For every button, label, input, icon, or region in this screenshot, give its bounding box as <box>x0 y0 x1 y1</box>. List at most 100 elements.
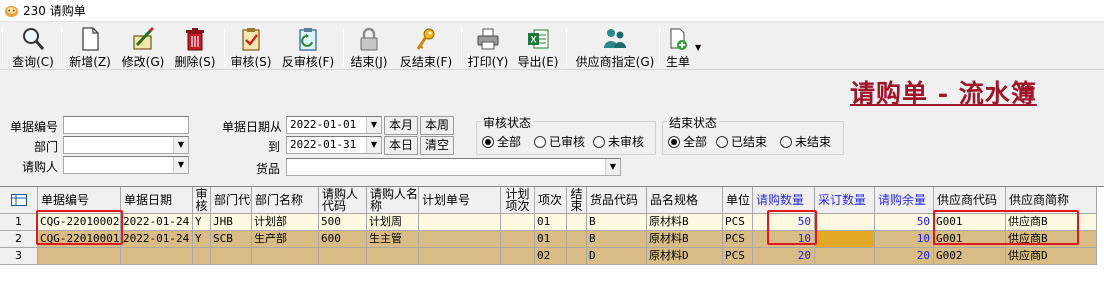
end-ended-radio[interactable]: 已结束 <box>716 133 767 150</box>
edit-button[interactable]: 修改(G) <box>119 23 167 70</box>
table-cell-item-no[interactable]: 01 <box>535 214 567 231</box>
table-cell-remain-qty[interactable]: 20 <box>875 248 934 265</box>
column-header-req-code[interactable]: 请购人代码 <box>319 187 367 214</box>
table-cell-ended[interactable] <box>567 231 587 248</box>
table-cell-audited[interactable]: Y <box>193 214 211 231</box>
excel-export-icon: X <box>528 29 549 49</box>
table-cell-item-no[interactable]: 01 <box>535 231 567 248</box>
doc-no-input[interactable] <box>63 116 189 134</box>
column-header-remain-qty[interactable]: 请购余量 <box>875 187 934 214</box>
table-cell-dept-code[interactable]: JHB <box>211 214 252 231</box>
table-cell-unit[interactable]: PCS <box>723 248 753 265</box>
row-number[interactable]: 1 <box>0 214 38 231</box>
table-cell-dept-code[interactable]: SCB <box>211 231 252 248</box>
table-cell-plan-no[interactable] <box>419 214 501 231</box>
export-button[interactable]: X 导出(E) <box>516 23 560 70</box>
this-week-button[interactable]: 本周 <box>420 116 454 135</box>
table-cell-date[interactable]: 2022-01-24 <box>121 231 193 248</box>
end-status-title: 结束状态 <box>667 114 720 131</box>
table-cell-dept-name[interactable]: 计划部 <box>252 214 319 231</box>
table-cell-req-name[interactable]: 生主管 <box>367 231 419 248</box>
date-from-picker[interactable]: 2022-01-01 ▼ <box>286 116 382 134</box>
audit-unapproved-radio[interactable]: 未审核 <box>593 133 644 150</box>
table-cell-ord-qty[interactable] <box>815 231 875 248</box>
this-month-button[interactable]: 本月 <box>384 116 418 135</box>
column-header-dept-name[interactable]: 部门名称 <box>252 187 319 214</box>
table-cell-plan-no[interactable] <box>419 231 501 248</box>
date-to-picker[interactable]: 2022-01-31 ▼ <box>286 136 382 154</box>
goods-select[interactable]: ▼ <box>286 158 621 176</box>
delete-button[interactable]: 删除(S) <box>172 23 218 70</box>
table-cell-goods-code[interactable]: B <box>587 214 647 231</box>
table-cell-goods-name[interactable]: 原材料B <box>647 231 723 248</box>
table-cell-goods-name[interactable]: 原材料D <box>647 248 723 265</box>
table-cell-req-code[interactable]: 600 <box>319 231 367 248</box>
generate-order-dropdown-icon[interactable]: ▼ <box>695 43 701 52</box>
table-cell-req-qty[interactable]: 20 <box>753 248 815 265</box>
column-header-goods-name[interactable]: 品名规格 <box>647 187 723 214</box>
table-cell-item-no[interactable]: 02 <box>535 248 567 265</box>
table-cell-ord-qty[interactable] <box>815 214 875 231</box>
printer-icon <box>477 28 499 50</box>
table-cell-goods-name[interactable]: 原材料B <box>647 214 723 231</box>
column-header-goods-code[interactable]: 货品代码 <box>587 187 647 214</box>
column-header-plan-item[interactable]: 计划项次 <box>501 187 535 214</box>
assign-supplier-button[interactable]: 供应商指定(G) <box>574 23 656 70</box>
table-cell-req-code[interactable] <box>319 248 367 265</box>
table-cell-unit[interactable]: PCS <box>723 231 753 248</box>
unapprove-button[interactable]: 反审核(F) <box>279 23 337 70</box>
requester-select[interactable]: ▼ <box>63 156 189 174</box>
table-cell-ended[interactable] <box>567 248 587 265</box>
table-cell-goods-code[interactable]: D <box>587 248 647 265</box>
grid-select-all-icon[interactable] <box>0 187 38 214</box>
audit-approved-radio[interactable]: 已审核 <box>534 133 585 150</box>
print-button[interactable]: 打印(Y) <box>466 23 510 70</box>
table-cell-req-code[interactable]: 500 <box>319 214 367 231</box>
row-number[interactable]: 2 <box>0 231 38 248</box>
table-cell-remain-qty[interactable]: 10 <box>875 231 934 248</box>
table-cell-req-name[interactable]: 计划周 <box>367 214 419 231</box>
table-cell-plan-item[interactable] <box>501 214 535 231</box>
row-number[interactable]: 3 <box>0 248 38 265</box>
column-header-req-name[interactable]: 请购人名称 <box>367 187 419 214</box>
unend-button[interactable]: 反结束(F) <box>397 23 455 70</box>
column-header-item-no[interactable]: 项次 <box>535 187 567 214</box>
column-header-unit[interactable]: 单位 <box>723 187 753 214</box>
clear-button[interactable]: 清空 <box>420 136 454 155</box>
table-cell-plan-item[interactable] <box>501 248 535 265</box>
end-all-radio[interactable]: 全部 <box>668 133 707 150</box>
column-header-audited[interactable]: 审核 <box>193 187 211 214</box>
table-cell-supplier-name[interactable]: 供应商D <box>1006 248 1097 265</box>
table-cell-ended[interactable] <box>567 214 587 231</box>
table-cell-audited[interactable] <box>193 248 211 265</box>
audit-all-radio[interactable]: 全部 <box>482 133 521 150</box>
new-button[interactable]: 新增(Z) <box>66 23 114 70</box>
column-header-ended[interactable]: 结束 <box>567 187 587 214</box>
table-cell-dept-code[interactable] <box>211 248 252 265</box>
end-not-ended-radio[interactable]: 未结束 <box>780 133 831 150</box>
dept-select[interactable]: ▼ <box>63 136 189 154</box>
table-cell-req-name[interactable] <box>367 248 419 265</box>
table-cell-dept-name[interactable]: 生产部 <box>252 231 319 248</box>
table-cell-date[interactable]: 2022-01-24 <box>121 214 193 231</box>
table-cell-goods-code[interactable]: B <box>587 231 647 248</box>
generate-order-button[interactable]: 生单 <box>662 23 694 70</box>
table-cell-plan-no[interactable] <box>419 248 501 265</box>
table-cell-date[interactable] <box>121 248 193 265</box>
column-header-dept-code[interactable]: 部门代码 <box>211 187 252 214</box>
table-cell-unit[interactable]: PCS <box>723 214 753 231</box>
approve-button[interactable]: 审核(S) <box>229 23 273 70</box>
table-cell-ord-qty[interactable] <box>815 248 875 265</box>
today-button[interactable]: 本日 <box>384 136 418 155</box>
end-button[interactable]: 结束(J) <box>347 23 391 70</box>
table-cell-remain-qty[interactable]: 50 <box>875 214 934 231</box>
table-cell-doc-no[interactable] <box>38 248 121 265</box>
query-button[interactable]: 查询(C) <box>10 23 56 70</box>
table-cell-audited[interactable]: Y <box>193 231 211 248</box>
column-header-plan-no[interactable]: 计划单号 <box>419 187 501 214</box>
column-header-date[interactable]: 单据日期 <box>121 187 193 214</box>
table-cell-dept-name[interactable] <box>252 248 319 265</box>
column-header-ord-qty[interactable]: 采订数量 <box>815 187 875 214</box>
table-cell-supplier-code[interactable]: G002 <box>934 248 1006 265</box>
table-cell-plan-item[interactable] <box>501 231 535 248</box>
